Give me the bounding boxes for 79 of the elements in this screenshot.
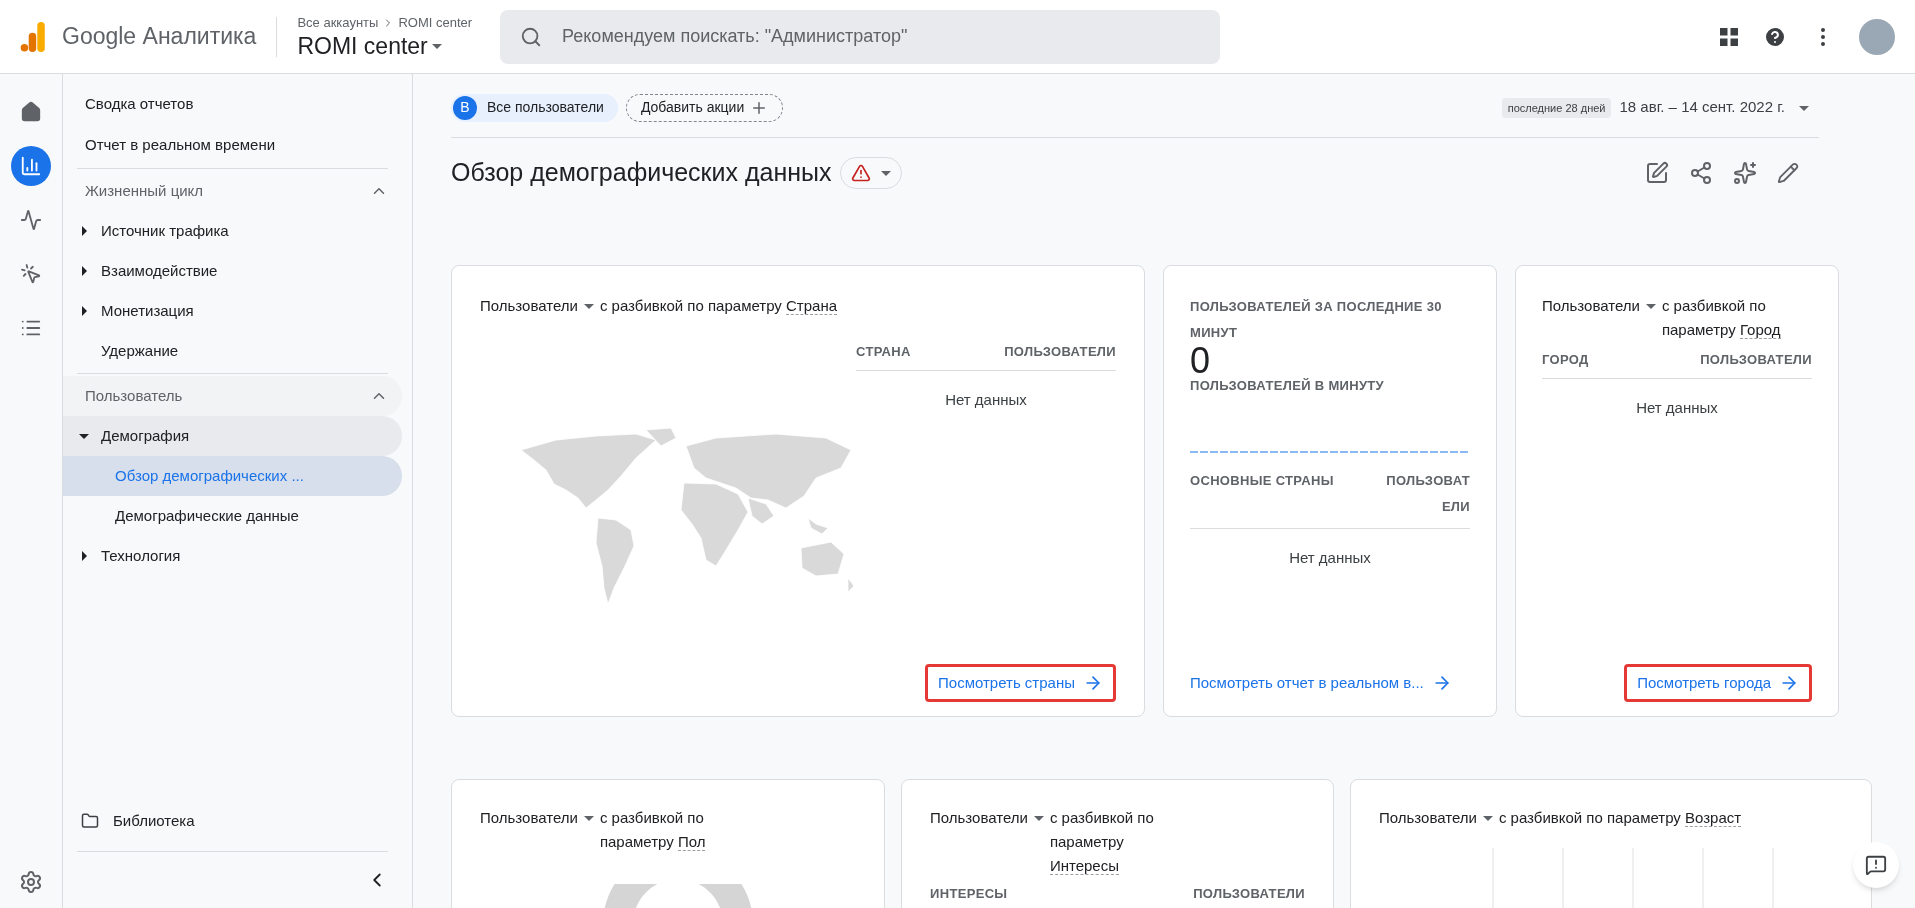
- date-range-label: последние 28 дней: [1501, 97, 1612, 118]
- metric-dropdown[interactable]: Пользователи: [1542, 294, 1656, 318]
- metric-dropdown[interactable]: Пользователи: [480, 806, 594, 830]
- sidebar-section-header[interactable]: Жизненный цикл: [63, 171, 402, 211]
- search-input[interactable]: Рекомендуем поискать: "Администратор": [562, 23, 1201, 50]
- card-title: с разбивкой по параметру Город: [1661, 296, 1782, 341]
- rail-button[interactable]: [11, 146, 51, 186]
- page-title: Обзор демографических данных: [451, 157, 832, 189]
- caret-icon[interactable]: [79, 226, 89, 236]
- card-title: с разбивкой по параметру Страна: [599, 296, 838, 317]
- caret-icon: [431, 41, 442, 52]
- metric-dropdown[interactable]: Пользователи: [1379, 806, 1493, 830]
- sidebar-item[interactable]: Взаимодействие: [63, 251, 402, 291]
- column-header: ИНТЕРЕСЫ: [930, 885, 1008, 903]
- report-link[interactable]: Посмотреть отчет в реальном в...: [1177, 664, 1465, 702]
- segment-chip[interactable]: В Все пользователи: [451, 93, 618, 122]
- sidebar-item[interactable]: Технология: [63, 536, 402, 576]
- caret-icon: [583, 813, 594, 823]
- caret-icon: [880, 168, 891, 178]
- sidebar-item[interactable]: Демография: [63, 416, 402, 456]
- product-name: Google Аналитика: [62, 22, 257, 52]
- property-selector[interactable]: ROMI center: [297, 32, 473, 61]
- caret-icon: [1482, 813, 1493, 823]
- report-link[interactable]: Посмотреть города: [1624, 664, 1812, 702]
- empty-message: Нет данных: [1288, 547, 1372, 568]
- column-header: ПОЛЬЗОВАТЕЛИ: [1386, 471, 1470, 516]
- sidebar-item[interactable]: Источник трафика: [63, 211, 402, 251]
- report-link[interactable]: Посмотреть страны: [925, 664, 1116, 702]
- column-header: ОСНОВНЫЕ СТРАНЫ: [1190, 471, 1334, 490]
- caret-icon[interactable]: [79, 266, 89, 276]
- logo-icon: [20, 21, 46, 52]
- date-range-selector[interactable]: 18 авг. – 14 сент. 2022 г.: [1619, 96, 1809, 119]
- customize-report-icon[interactable]: [1645, 161, 1669, 185]
- share-icon[interactable]: [1689, 161, 1713, 185]
- sidebar-item[interactable]: Отчет в реальном времени: [63, 125, 402, 166]
- search-icon: [520, 25, 543, 48]
- sidebar-item[interactable]: Монетизация: [63, 291, 402, 331]
- sidebar-item[interactable]: Удержание: [63, 331, 402, 371]
- sidebar-subitem[interactable]: Демографические данные: [63, 496, 402, 536]
- feedback-icon: [1865, 854, 1887, 876]
- settings-icon[interactable]: [19, 870, 43, 894]
- segment-badge: В: [453, 95, 477, 120]
- caret-icon[interactable]: [79, 306, 89, 316]
- card-heading: ПОЛЬЗОВАТЕЛЕЙ ЗА ПОСЛЕДНИЕ 30 МИНУТ: [1190, 298, 1443, 342]
- metric-value: 0: [1190, 346, 1211, 376]
- card-title: с разбивкой по параметру Возраст: [1498, 808, 1742, 829]
- metric-dropdown[interactable]: Пользователи: [930, 806, 1044, 830]
- insights-icon[interactable]: [1733, 161, 1757, 185]
- apps-grid-icon[interactable]: [1719, 26, 1739, 47]
- metric-dropdown[interactable]: Пользователи: [480, 294, 594, 318]
- empty-message: Нет данных: [1635, 397, 1719, 418]
- search-field[interactable]: Рекомендуем поискать: "Администратор": [500, 9, 1221, 64]
- caret-icon: [1033, 813, 1044, 823]
- sidebar-section-header[interactable]: Пользователь: [63, 376, 402, 416]
- bar-chart-icon: [20, 155, 42, 177]
- card-title: с разбивкой по параметру Интересы: [1049, 808, 1155, 877]
- folder-icon: [81, 812, 99, 830]
- edit-icon[interactable]: [1777, 162, 1799, 184]
- caret-icon[interactable]: [79, 551, 89, 561]
- card-title: с разбивкой по параметру Пол: [599, 808, 707, 853]
- caret-icon: [583, 301, 594, 311]
- column-header: СТРАНА: [856, 343, 911, 361]
- column-header: ПОЛЬЗОВАТЕЛИ: [1700, 351, 1812, 369]
- breadcrumb-link[interactable]: ROMI center: [398, 12, 473, 33]
- breadcrumb-link[interactable]: Все аккаунты: [297, 12, 379, 33]
- column-header: ПОЛЬЗОВАТЕЛИ: [1004, 343, 1116, 361]
- column-header: ГОРОД: [1542, 351, 1589, 369]
- caret-icon[interactable]: [79, 431, 89, 441]
- column-header: ПОЛЬЗОВАТЕЛИ: [1193, 885, 1305, 903]
- home-icon: [20, 101, 42, 123]
- empty-message: Нет данных: [944, 389, 1028, 410]
- feedback-button[interactable]: [1853, 842, 1899, 888]
- trend-chart-icon: [20, 209, 42, 231]
- card-subheading: ПОЛЬЗОВАТЕЛЕЙ В МИНУТУ: [1190, 377, 1386, 395]
- cursor-click-icon: [20, 263, 42, 285]
- sidebar-item[interactable]: Сводка отчетов: [63, 84, 402, 125]
- warning-icon: [850, 163, 871, 183]
- sidebar-item[interactable]: Библиотека: [113, 809, 195, 833]
- caret-icon: [1645, 301, 1656, 311]
